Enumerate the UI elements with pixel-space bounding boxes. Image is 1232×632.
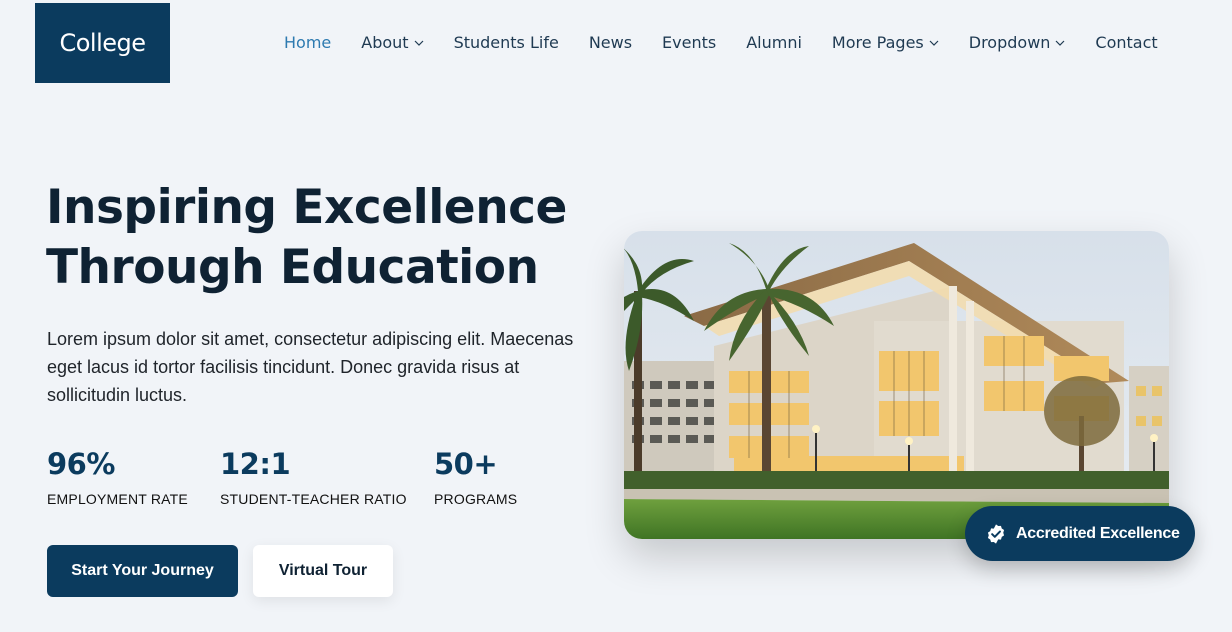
stat-employment-rate: 96% EMPLOYMENT RATE [47,445,220,507]
nav-item-contact[interactable]: Contact [1095,33,1157,52]
nav-item-events[interactable]: Events [662,33,716,52]
hero-title-line-1: Inspiring Excellence [46,180,567,235]
hero-description: Lorem ipsum dolor sit amet, consectetur … [47,329,574,405]
hero-title: Inspiring Excellence Through Education [46,178,567,298]
accredited-badge: Accredited Excellence [965,506,1195,561]
stats-row: 96% EMPLOYMENT RATE 12:1 STUDENT-TEACHER… [47,445,517,507]
stat-value: 96% [47,447,115,481]
nav-item-more-pages[interactable]: More Pages [832,33,939,52]
main-nav: Home About Students Life News Events Alu… [284,31,1158,53]
stat-programs: 50+ PROGRAMS [434,445,517,507]
verified-check-icon [987,523,1005,544]
campus-image [624,231,1169,539]
stat-label: PROGRAMS [434,491,518,507]
stat-label: STUDENT-TEACHER RATIO [220,491,407,507]
start-journey-button[interactable]: Start Your Journey [47,545,238,597]
logo-text: College [59,29,146,57]
chevron-down-icon [414,40,423,46]
nav-item-dropdown[interactable]: Dropdown [969,33,1066,52]
nav-item-students-life[interactable]: Students Life [454,33,559,52]
badge-label: Accredited Excellence [1016,524,1180,542]
stat-value: 50+ [434,447,498,481]
nav-item-alumni[interactable]: Alumni [746,33,802,52]
campus-building-illustration [624,231,1169,539]
nav-item-home[interactable]: Home [284,33,331,52]
stat-student-teacher-ratio: 12:1 STUDENT-TEACHER RATIO [220,445,434,507]
virtual-tour-button[interactable]: Virtual Tour [253,545,393,597]
hero-title-line-2: Through Education [46,240,539,295]
chevron-down-icon [929,40,939,46]
nav-item-about[interactable]: About [361,33,423,52]
stat-value: 12:1 [220,447,291,481]
chevron-down-icon [1055,40,1065,46]
hero-buttons: Start Your Journey Virtual Tour [47,545,393,597]
logo[interactable]: College [35,3,170,83]
nav-item-news[interactable]: News [589,33,632,52]
stat-label: EMPLOYMENT RATE [47,491,188,507]
